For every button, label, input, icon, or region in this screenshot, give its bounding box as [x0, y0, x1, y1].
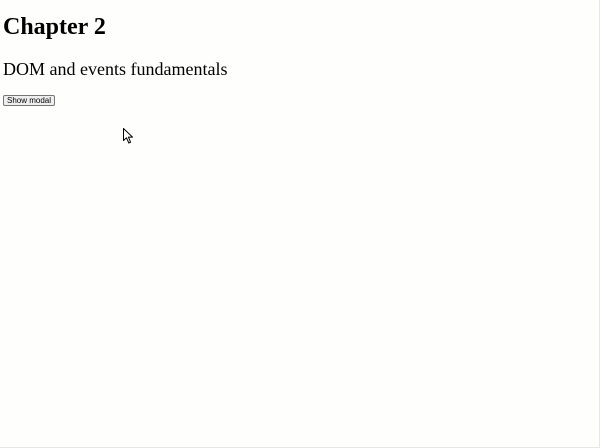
show-modal-button[interactable]: Show modal [3, 95, 56, 106]
page-title: Chapter 2 [3, 14, 106, 40]
page-container: Chapter 2 DOM and events fundamentals Sh… [0, 0, 600, 448]
arrow-cursor-icon [123, 128, 133, 144]
page-subtitle: DOM and events fundamentals [3, 59, 228, 79]
